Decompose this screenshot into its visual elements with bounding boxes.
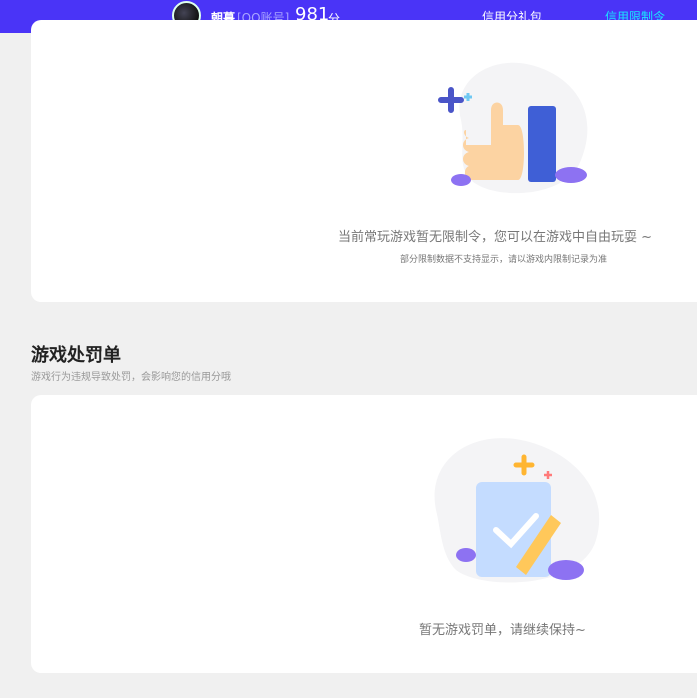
penalty-card: 暂无游戏罚单，请继续保持~: [31, 395, 697, 673]
penalty-section-title: 游戏处罚单: [31, 345, 121, 366]
penalty-empty-message: 暂无游戏罚单，请继续保持~: [419, 623, 586, 638]
restriction-empty-message: 当前常玩游戏暂无限制令，您可以在游戏中自由玩耍 ~: [338, 230, 653, 245]
penalty-section-subtitle: 游戏行为违规导致处罚，会影响您的信用分哦: [31, 372, 231, 383]
checklist-illustration: [434, 438, 600, 583]
thumbs-up-illustration: [438, 62, 588, 194]
restriction-note: 部分限制数据不支持显示，请以游戏内限制记录为准: [400, 255, 608, 265]
restriction-card: 当前常玩游戏暂无限制令，您可以在游戏中自由玩耍 ~ 部分限制数据不支持显示，请以…: [31, 20, 697, 302]
